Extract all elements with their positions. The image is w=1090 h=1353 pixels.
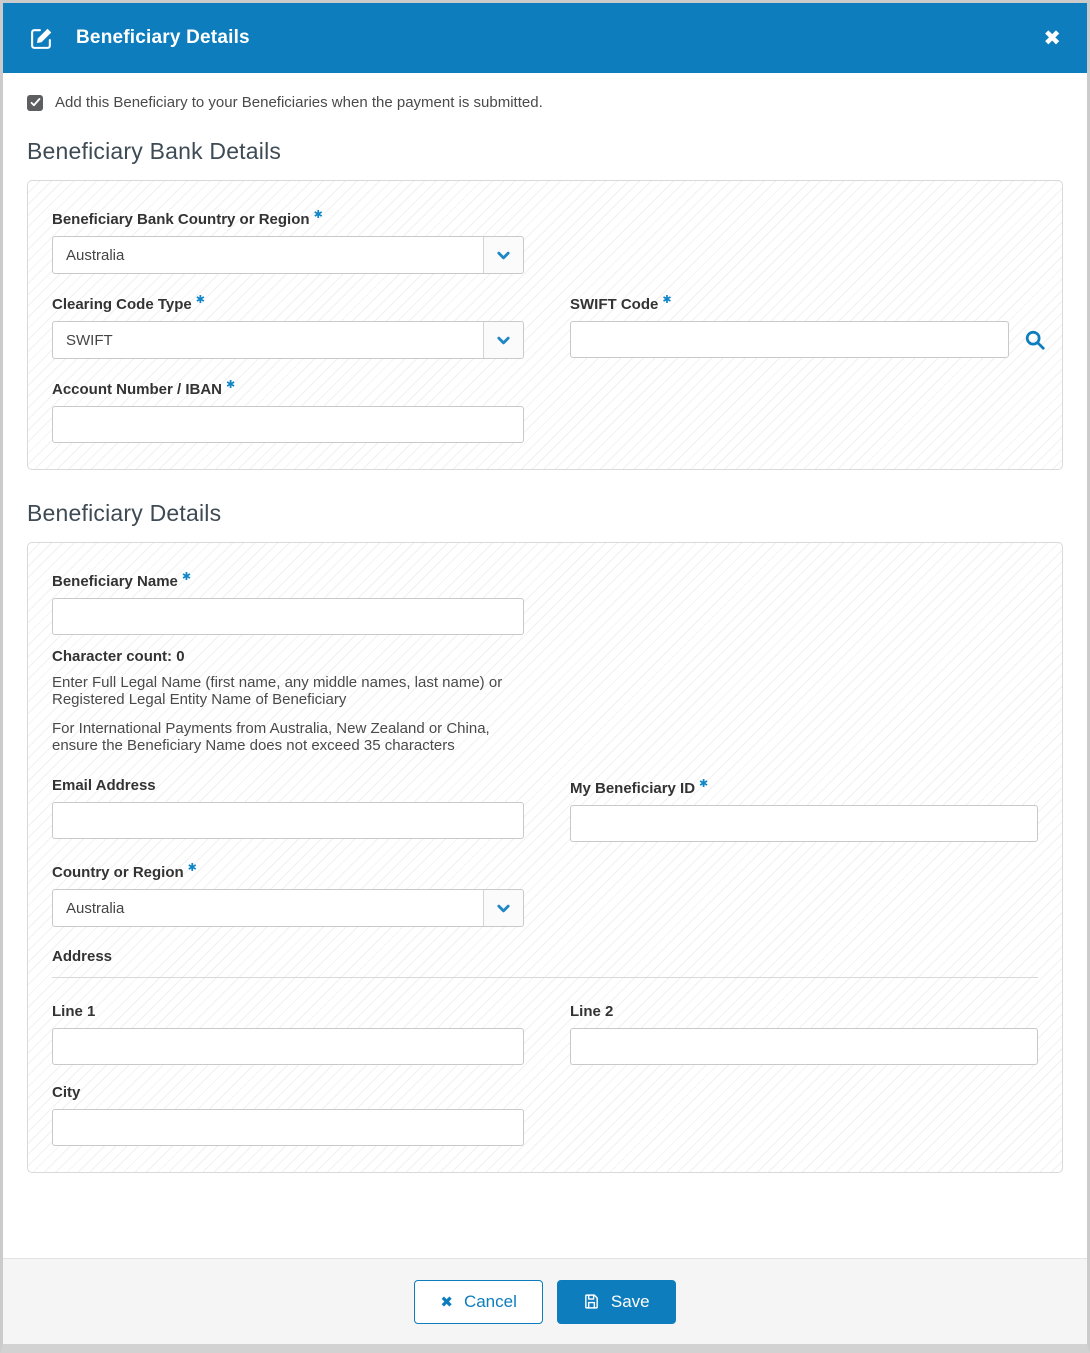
beneficiary-details-panel: Beneficiary Name ✱ Character count: 0 Ent… [27,542,1063,1173]
bank-details-panel: Beneficiary Bank Country or Region ✱ Aust… [27,180,1063,470]
required-marker: ✱ [313,209,323,221]
city-input[interactable] [52,1109,524,1146]
close-icon[interactable]: ✖ [1043,28,1061,49]
cancel-button-label: Cancel [463,1291,517,1311]
account-number-input[interactable] [52,406,524,443]
email-input[interactable] [52,802,524,839]
beneficiary-name-label-text: Beneficiary Name [52,573,178,590]
line2-input[interactable] [570,1028,1038,1065]
beneficiary-name-input[interactable] [52,598,524,635]
search-icon[interactable] [1024,329,1046,351]
bank-country-select[interactable]: Australia [52,236,524,274]
required-marker: ✱ [226,379,236,391]
required-marker: ✱ [195,294,205,306]
edit-icon [31,28,52,49]
country-dropdown-button[interactable] [483,890,523,926]
required-marker: ✱ [187,862,197,874]
modal-header: Beneficiary Details ✖ [3,3,1087,73]
cancel-x-icon: ✖ [440,1293,453,1311]
address-heading: Address [52,948,113,965]
modal-title: Beneficiary Details [76,27,250,48]
required-marker: ✱ [699,778,709,790]
add-beneficiary-checkbox-label: Add this Beneficiary to your Beneficiari… [55,94,543,111]
bank-country-value: Australia [66,246,125,264]
beneficiary-id-label: My Beneficiary ID ✱ [570,777,1038,797]
beneficiary-details-heading: Beneficiary Details [27,500,222,526]
country-label: Country or Region ✱ [52,861,1038,881]
bank-country-dropdown-button[interactable] [483,237,523,273]
city-label: City [52,1084,81,1101]
line1-label: Line 1 [52,1003,96,1020]
bank-country-label: Beneficiary Bank Country or Region ✱ [52,208,1038,228]
clearing-code-dropdown-button[interactable] [483,322,523,358]
swift-code-field: SWIFT Code ✱ [570,293,1046,359]
add-beneficiary-checkbox-row: Add this Beneficiary to your Beneficiari… [27,94,1063,111]
clearing-code-label: Clearing Code Type ✱ [52,293,524,313]
save-button[interactable]: Save [556,1279,676,1324]
swift-code-input[interactable] [570,321,1009,358]
swift-code-label-text: SWIFT Code [570,296,659,313]
chevron-down-icon [497,336,510,344]
country-value: Australia [66,899,125,917]
name-help-text-1: Enter Full Legal Name (first name, any m… [52,674,503,709]
bank-details-heading: Beneficiary Bank Details [27,138,282,164]
beneficiary-details-modal: Beneficiary Details ✖ Add this Beneficia… [0,0,1090,1353]
save-button-label: Save [610,1291,650,1311]
beneficiary-id-label-text: My Beneficiary ID [570,780,696,797]
required-marker: ✱ [181,571,192,583]
modal-body: Add this Beneficiary to your Beneficiari… [3,73,1087,1258]
clearing-code-value: SWIFT [66,331,113,349]
clearing-code-field: Clearing Code Type ✱ SWIFT [52,293,524,359]
address-divider [52,977,1038,978]
country-field: Country or Region ✱ Australia [52,861,1038,927]
line2-label: Line 2 [570,1003,614,1020]
line1-input[interactable] [52,1028,524,1065]
email-field-wrap: Email Address [52,777,524,842]
country-select[interactable]: Australia [52,889,524,927]
modal-footer: ✖ Cancel Save [3,1258,1087,1344]
save-floppy-icon [585,1294,598,1309]
account-number-label: Account Number / IBAN ✱ [52,378,1038,398]
line1-field: Line 1 [52,1003,524,1065]
country-label-text: Country or Region [52,864,184,881]
bank-country-label-text: Beneficiary Bank Country or Region [52,211,310,228]
beneficiary-id-field: My Beneficiary ID ✱ [570,777,1038,842]
beneficiary-name-field: Beneficiary Name ✱ [52,570,1038,635]
beneficiary-id-input[interactable] [570,805,1038,842]
cancel-button[interactable]: ✖ Cancel [414,1279,543,1324]
name-help-text-2: For International Payments from Australi… [52,719,490,754]
line2-field: Line 2 [570,1003,1038,1065]
swift-code-label: SWIFT Code ✱ [570,293,1046,313]
required-marker: ✱ [662,294,672,306]
check-icon [30,98,40,107]
chevron-down-icon [497,904,510,912]
bank-country-field: Beneficiary Bank Country or Region ✱ Aust… [52,208,1038,274]
email-label: Email Address [52,777,156,794]
beneficiary-name-label: Beneficiary Name ✱ [52,570,1038,590]
chevron-down-icon [497,251,510,259]
character-count: Character count: 0 [52,648,185,665]
account-number-label-text: Account Number / IBAN [52,381,223,398]
city-field: City [52,1084,1038,1146]
clearing-code-select[interactable]: SWIFT [52,321,524,359]
add-beneficiary-checkbox[interactable] [27,94,43,111]
clearing-code-label-text: Clearing Code Type [52,296,192,313]
account-number-field: Account Number / IBAN ✱ [52,378,1038,443]
